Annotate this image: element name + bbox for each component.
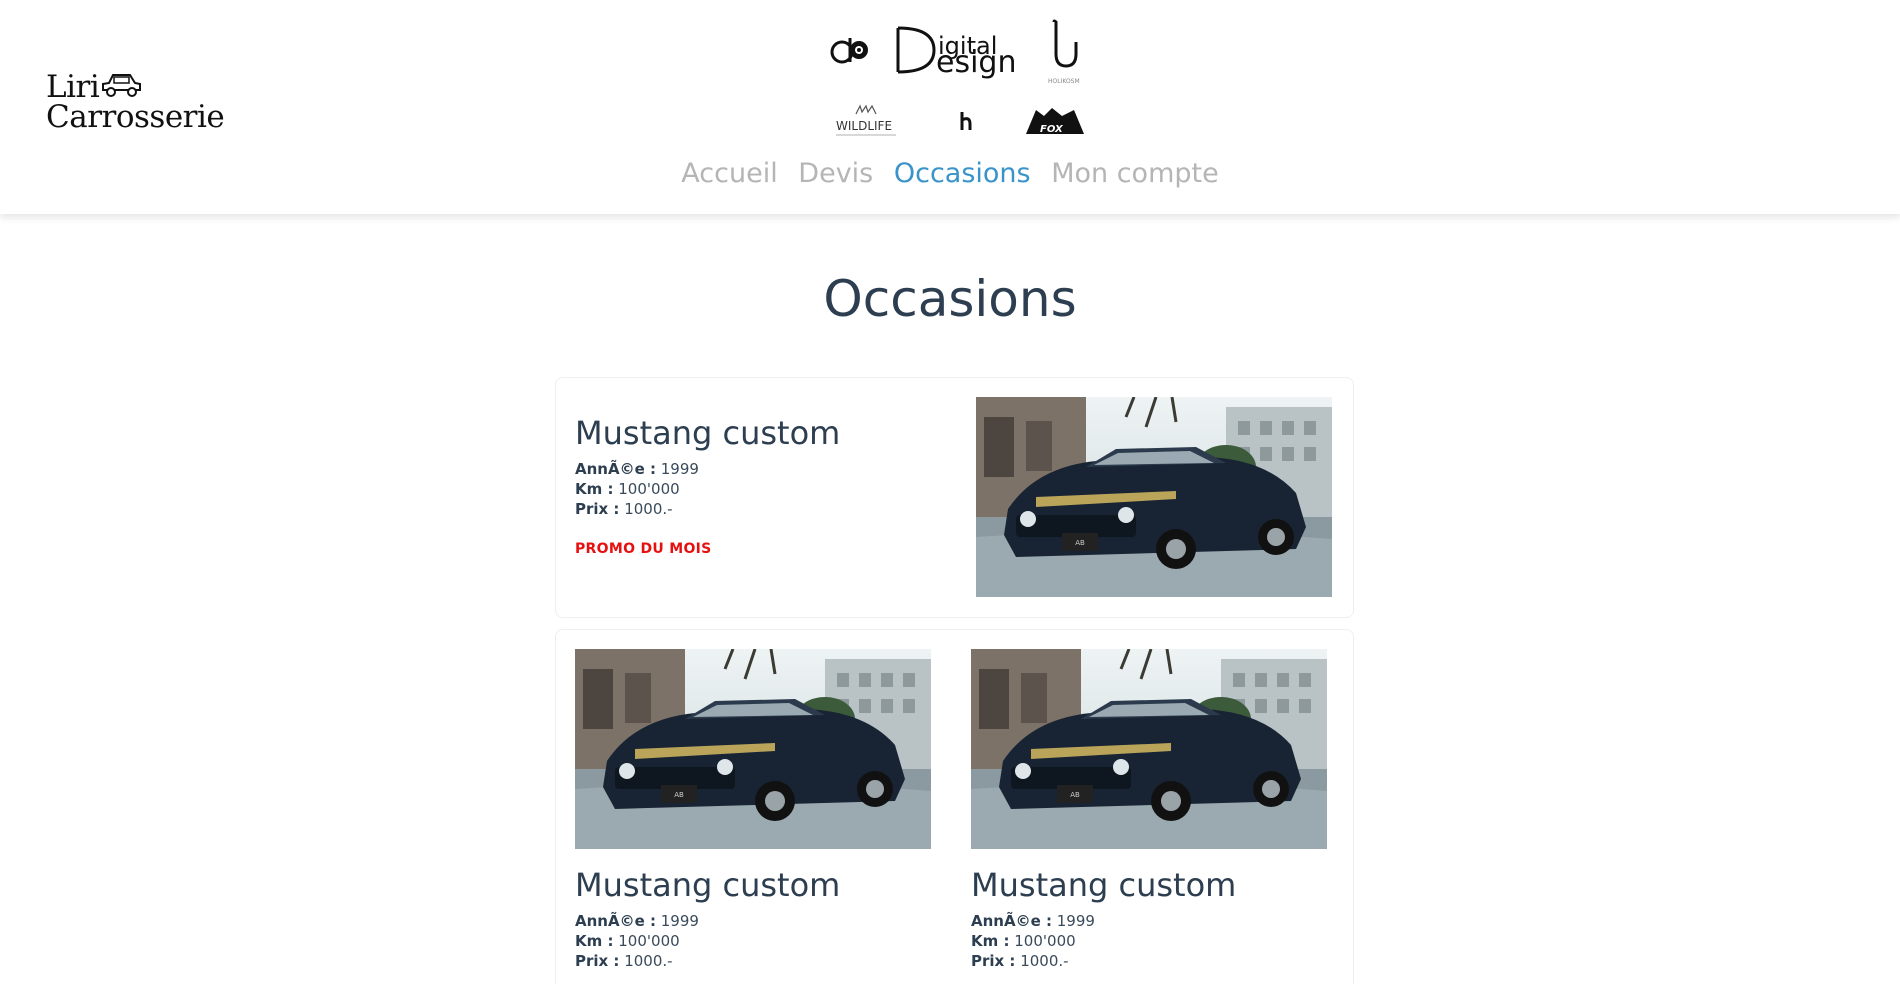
nav-item-devis[interactable]: Devis xyxy=(798,158,873,189)
car-photo[interactable]: AB xyxy=(971,649,1327,849)
partner-logo-wildlife: WILDLIFE xyxy=(834,104,898,140)
partner-logo-ag xyxy=(828,28,874,72)
svg-text:AB: AB xyxy=(674,791,684,799)
nav-item-accueil[interactable]: Accueil xyxy=(681,158,777,189)
main-nav: Accueil Devis Occasions Mon compte xyxy=(0,158,1900,189)
page-title: Occasions xyxy=(823,270,1077,328)
svg-text:FOX: FOX xyxy=(1040,124,1064,135)
listing-km: Km : 100'000 xyxy=(575,480,680,498)
brand-line2: Carrosserie xyxy=(46,99,225,135)
listing-price: Prix : 1000.- xyxy=(971,952,1069,970)
listing-km: Km : 100'000 xyxy=(971,932,1076,950)
car-photo[interactable]: AB xyxy=(976,397,1332,597)
svg-text:WILDLIFE: WILDLIFE xyxy=(836,119,892,133)
nav-item-occasions[interactable]: Occasions xyxy=(894,158,1031,189)
svg-text:AB: AB xyxy=(1070,791,1080,799)
site-header: Liri Carrosserie igital esign HOLIKOSM W… xyxy=(0,0,1900,214)
nav-item-mon-compte[interactable]: Mon compte xyxy=(1051,158,1219,189)
partner-logo-la-roue xyxy=(958,110,978,136)
partner-logo-digital-design: igital esign xyxy=(894,20,1034,88)
partner-logo-fox: FOX xyxy=(1022,104,1088,142)
listing-km: Km : 100'000 xyxy=(575,932,680,950)
listing-price: Prix : 1000.- xyxy=(575,952,673,970)
car-photo[interactable]: AB xyxy=(575,649,931,849)
listing-price: Prix : 1000.- xyxy=(575,500,673,518)
car-icon xyxy=(102,74,141,97)
svg-text:AB: AB xyxy=(1075,539,1085,547)
listing-year: AnnÃ©e : 1999 xyxy=(971,912,1095,930)
listing-year: AnnÃ©e : 1999 xyxy=(575,460,699,478)
listing-title: Mustang custom xyxy=(575,414,841,452)
listing-card-featured[interactable]: Mustang custom AnnÃ©e : 1999 Km : 100'00… xyxy=(555,377,1354,618)
listing-title: Mustang custom xyxy=(575,866,841,904)
listing-year: AnnÃ©e : 1999 xyxy=(575,912,699,930)
listing-title: Mustang custom xyxy=(971,866,1237,904)
promo-badge: PROMO DU MOIS xyxy=(575,541,712,557)
svg-text:esign: esign xyxy=(936,45,1016,80)
brand-logo[interactable]: Liri Carrosserie xyxy=(46,72,236,136)
listing-card-row: AB Mustang custom AnnÃ©e : 1999 Km : 100… xyxy=(555,629,1354,984)
partner-logo-holikosm: HOLIKOSM xyxy=(1048,18,1082,85)
